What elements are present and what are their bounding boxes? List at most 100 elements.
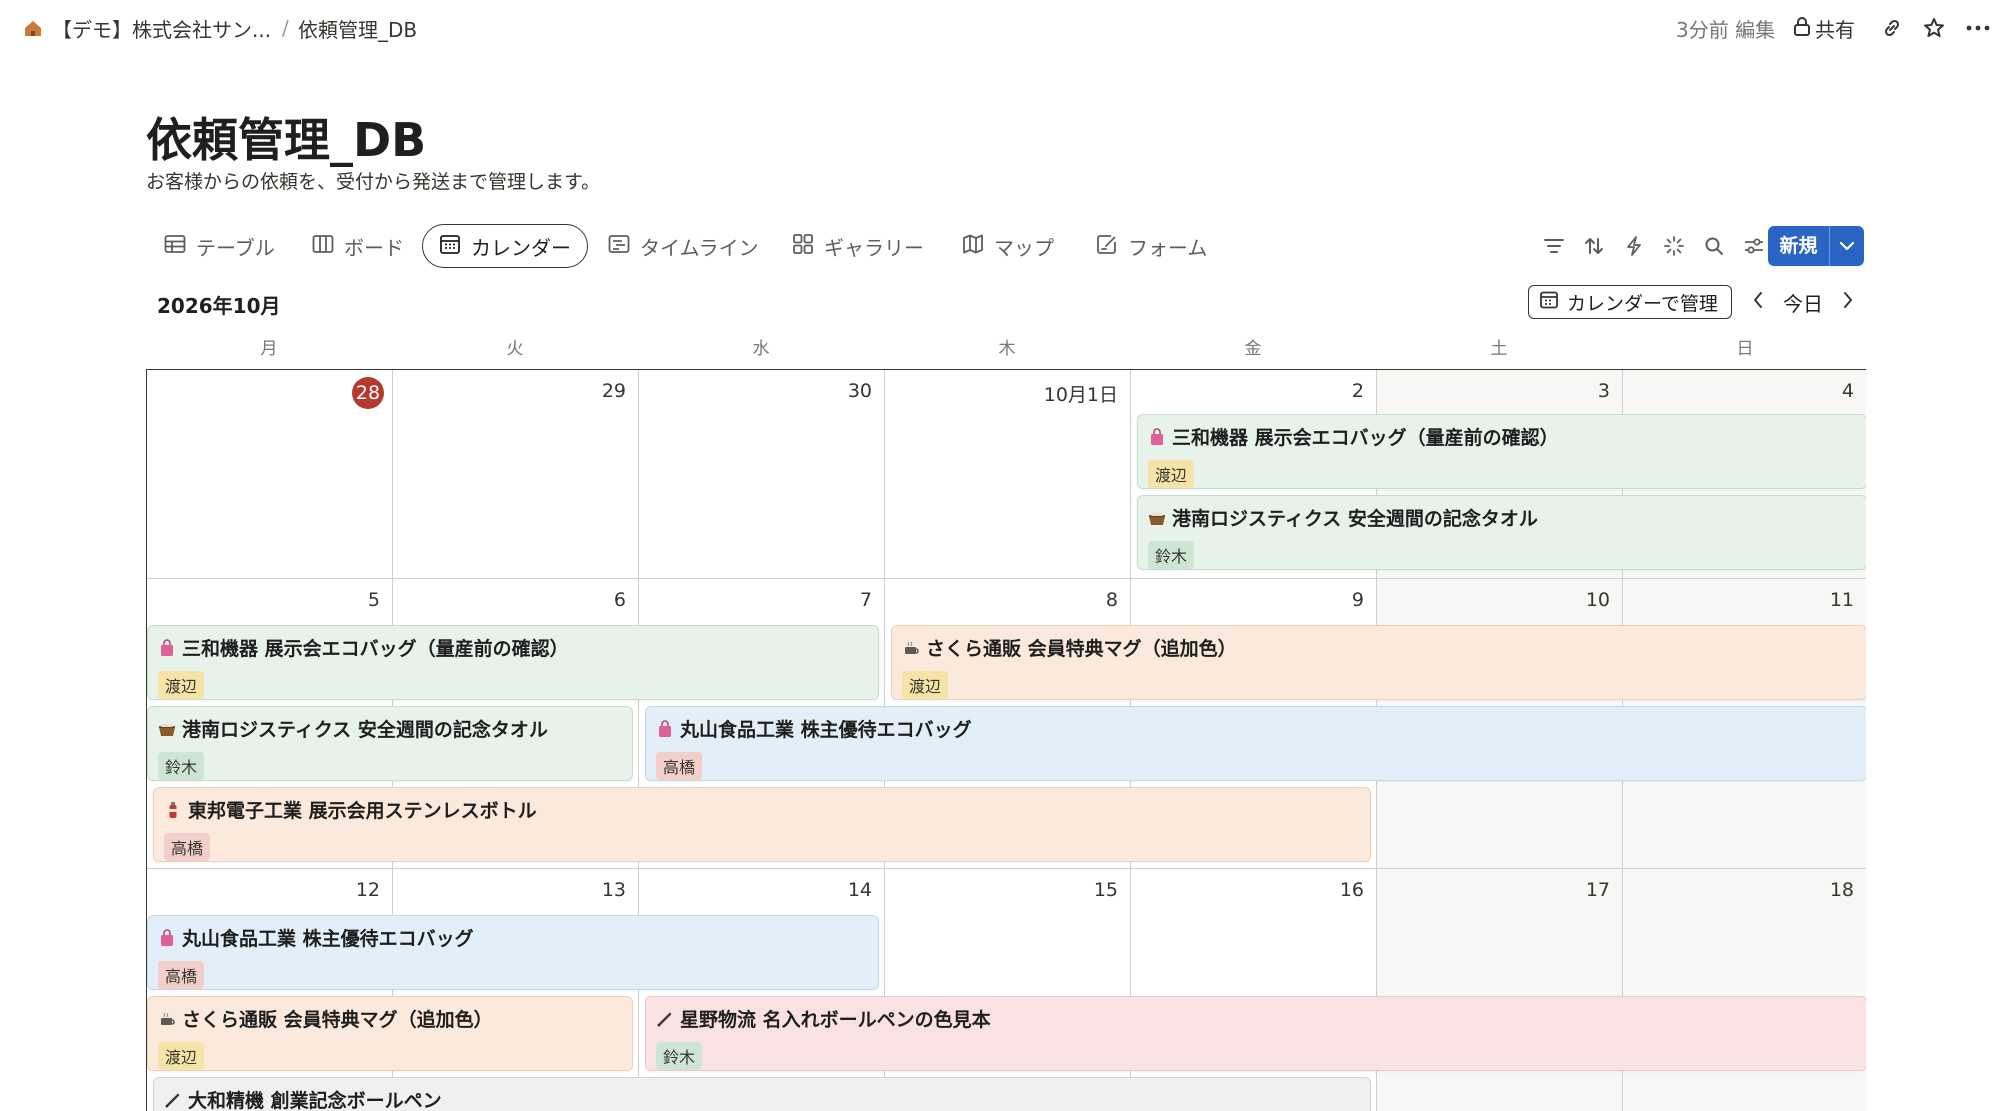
month-label: 2026年10月 [157,294,281,318]
tab-board[interactable]: ボード [296,224,420,268]
date-number: 29 [601,380,626,402]
chevron-down-icon[interactable] [1830,241,1864,251]
breadcrumb-database[interactable]: 依頼管理_DB [298,14,417,42]
bag-icon [1148,427,1166,446]
ai-icon[interactable] [1658,230,1690,262]
table-icon [164,234,186,259]
tab-gallery[interactable]: ギャラリー [776,224,940,268]
day-cell[interactable]: 12 [147,869,393,1111]
day-cell[interactable]: 29 [393,370,639,579]
tab-label: マップ [994,235,1054,260]
event-card[interactable]: 三和機器 展示会エコバッグ（量産前の確認） 渡辺 [147,625,879,700]
date-number: 16 [1339,879,1364,901]
sort-icon[interactable] [1578,230,1610,262]
home-icon[interactable] [22,14,44,42]
next-month-button[interactable] [1834,285,1862,319]
more-icon[interactable] [1962,12,1994,44]
date-number: 6 [613,589,626,611]
event-card[interactable]: 港南ロジスティクス 安全週間の記念タオル 鈴木 [147,706,633,781]
today-date-badge: 28 [352,377,384,409]
tab-label: フォーム [1128,235,1208,260]
form-icon [1096,233,1118,260]
weekday-mon: 月 [260,339,278,359]
page-title[interactable]: 依頼管理_DB [146,104,426,170]
weekday-fri: 金 [1244,339,1262,359]
event-card[interactable]: 三和機器 展示会エコバッグ（量産前の確認） 渡辺 [1137,414,1866,489]
mug-icon [158,1010,176,1028]
day-cell[interactable]: 16 [1131,869,1377,1111]
assignee-tag: 渡辺 [158,1042,205,1070]
assignee-tag: 鈴木 [158,752,205,780]
breadcrumb-workspace[interactable]: 【デモ】株式会社サン... [52,14,271,42]
assignee-tag: 渡辺 [1148,460,1195,488]
day-cell[interactable]: 30 [639,370,885,579]
basket-icon [1148,509,1166,527]
new-button[interactable]: 新規 [1768,226,1864,266]
manage-in-calendar-button[interactable]: カレンダーで管理 [1528,285,1732,319]
tab-form[interactable]: フォーム [1080,224,1223,268]
day-cell[interactable]: 10月1日 [885,370,1131,579]
today-button[interactable]: 今日 [1778,285,1828,319]
event-card[interactable]: 星野物流 名入れボールペンの色見本 鈴木 [645,996,1866,1071]
day-cell[interactable]: 18 [1623,869,1866,1111]
date-number: 8 [1105,589,1118,611]
search-icon[interactable] [1698,230,1730,262]
date-number: 11 [1829,589,1854,611]
map-icon [962,233,984,260]
day-cell[interactable]: 14 [639,869,885,1111]
event-card[interactable]: 東邦電子工業 展示会用ステンレスボトル 高橋 [153,787,1371,862]
assignee-tag: 鈴木 [656,1042,703,1070]
tab-timeline[interactable]: タイムライン [592,224,775,268]
share-button[interactable]: 共有 [1793,12,1855,44]
prev-month-button[interactable] [1744,285,1772,319]
date-number: 13 [601,879,626,901]
bag-icon [158,638,176,657]
day-cell[interactable]: 13 [393,869,639,1111]
date-number: 18 [1829,879,1854,901]
date-number: 12 [355,879,380,901]
tab-table[interactable]: テーブル [148,224,291,268]
day-cell[interactable]: 15 [885,869,1131,1111]
date-number: 4 [1841,380,1854,402]
day-cell[interactable]: 17 [1377,869,1623,1111]
event-card[interactable]: さくら通販 会員特典マグ（追加色） 渡辺 [891,625,1866,700]
day-cell[interactable]: 28 [147,370,393,579]
event-title: 丸山食品工業 株主優待エコバッグ [182,928,474,950]
weekday-sun: 日 [1736,339,1754,359]
date-number: 7 [859,589,872,611]
tab-label: ギャラリー [824,235,924,260]
event-title: 丸山食品工業 株主優待エコバッグ [680,719,972,741]
bag-icon [158,928,176,947]
tab-map[interactable]: マップ [946,224,1070,268]
event-card[interactable]: 港南ロジスティクス 安全週間の記念タオル 鈴木 [1137,495,1866,570]
tab-label: カレンダー [471,235,571,260]
event-title: さくら通販 会員特典マグ（追加色） [926,638,1237,660]
date-number: 17 [1585,879,1610,901]
event-title: 三和機器 展示会エコバッグ（量産前の確認） [1172,427,1559,449]
event-title: 大和精機 創業記念ボールペン [188,1090,442,1111]
new-label: 新規 [1768,226,1830,266]
chevron-right-icon [1842,290,1854,315]
settings-icon[interactable] [1738,230,1770,262]
tab-calendar[interactable]: カレンダー [422,224,588,268]
date-number: 30 [847,380,872,402]
calendar-icon [1539,290,1559,315]
event-card[interactable]: 丸山食品工業 株主優待エコバッグ 高橋 [645,706,1866,781]
link-icon[interactable] [1876,12,1908,44]
edited-status: 3分前 編集 [1676,17,1776,42]
date-number: 2 [1351,380,1364,402]
weekday-sat: 土 [1490,339,1508,359]
automation-icon[interactable] [1618,230,1650,262]
event-card[interactable]: 丸山食品工業 株主優待エコバッグ 高橋 [147,915,879,990]
event-title: 港南ロジスティクス 安全週間の記念タオル [1172,508,1538,530]
filter-icon[interactable] [1538,230,1570,262]
tab-label: タイムライン [640,235,759,260]
gallery-icon [792,233,814,260]
bag-icon [656,719,674,738]
star-icon[interactable] [1918,12,1950,44]
event-title: 三和機器 展示会エコバッグ（量産前の確認） [182,638,569,660]
weekday-tue: 火 [506,339,524,359]
event-card[interactable]: さくら通販 会員特典マグ（追加色） 渡辺 [147,996,633,1071]
page-description[interactable]: お客様からの依頼を、受付から発送まで管理します。 [146,167,600,194]
event-card[interactable]: 大和精機 創業記念ボールペン [153,1077,1371,1111]
